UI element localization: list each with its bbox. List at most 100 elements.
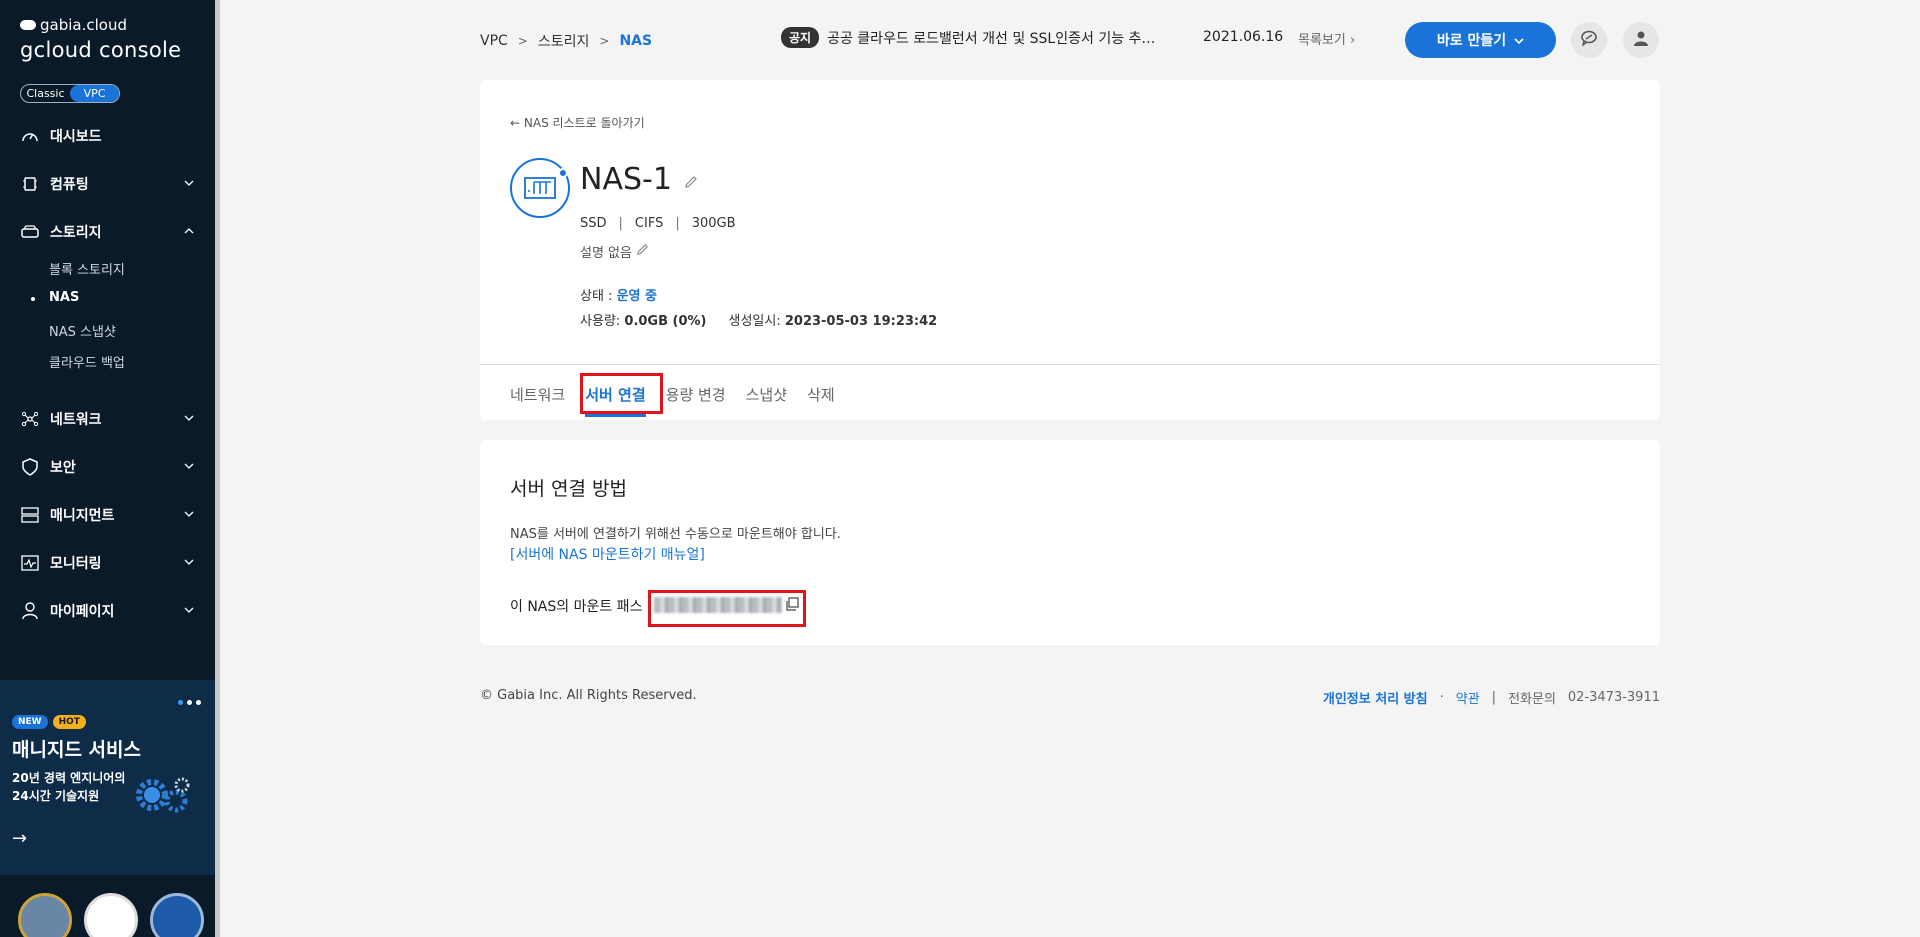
nav-security[interactable]: 보안 (20, 455, 196, 479)
phone-number: 02-3473-3911 (1567, 690, 1660, 705)
arrow-right-icon[interactable]: → (12, 828, 27, 849)
chevron-down-icon (182, 411, 196, 425)
mount-path-label: 이 NAS의 마운트 패스 (510, 599, 643, 615)
gabia-logo[interactable]: gabia.cloud (20, 16, 127, 34)
account-button[interactable] (1623, 22, 1659, 58)
classic-toggle[interactable]: Classic (21, 85, 70, 102)
chevron-down-icon (182, 176, 196, 190)
promo-banner[interactable]: NEW HOT 매니지드 서비스 20년 경력 엔지니어의 24시간 기술지원 … (0, 680, 215, 875)
tab-delete[interactable]: 삭제 (807, 380, 835, 409)
sidebar-item-nas[interactable]: NAS (49, 290, 79, 305)
chevron-up-icon (182, 224, 196, 238)
notice-date: 2021.06.16 (1203, 29, 1284, 45)
shield-icon (20, 458, 40, 476)
sidebar-item-block-storage[interactable]: 블록 스토리지 (49, 259, 125, 278)
chevron-down-icon (182, 603, 196, 617)
active-tab-indicator (585, 414, 646, 417)
breadcrumb-storage[interactable]: 스토리지 (538, 31, 590, 51)
highlight-box (580, 373, 663, 414)
chip-icon (20, 175, 40, 193)
brand-main[interactable]: gcloud console (20, 38, 181, 62)
spec-protocol: CIFS (634, 216, 664, 231)
tab-resize[interactable]: 용량 변경 (666, 380, 726, 409)
chevron-right-icon: > (517, 34, 528, 48)
spec-size: 300GB (691, 216, 736, 231)
highlight-box (648, 590, 806, 627)
nas-usage: 사용량: 0.0GB (0%) 생성일시: 2023-05-03 19:23:4… (580, 310, 937, 329)
user-icon (20, 602, 40, 620)
nav-label: 보안 (50, 460, 76, 476)
nav-dashboard[interactable]: 대시보드 (20, 124, 196, 148)
carousel-dots[interactable] (178, 700, 201, 705)
nav-network[interactable]: 네트워크 (20, 407, 196, 431)
phone-label: 전화문의 (1508, 692, 1556, 707)
server-icon (20, 506, 40, 524)
vpc-toggle[interactable]: VPC (70, 85, 119, 102)
nav-label: 컴퓨팅 (50, 177, 89, 193)
copyright: © Gabia Inc. All Rights Reserved. (480, 688, 697, 703)
promo-description: 20년 경력 엔지니어의 24시간 기술지원 (12, 771, 126, 803)
monitor-icon (20, 554, 40, 572)
back-link[interactable]: ← NAS 리스트로 돌아가기 (510, 114, 645, 131)
nas-name: NAS-1 (580, 162, 698, 197)
usage-value: 0.0GB (0%) (624, 314, 707, 329)
tab-network[interactable]: 네트워크 (510, 380, 565, 409)
brand-small: gabia.cloud (40, 16, 127, 34)
notice-list-link[interactable]: 목록보기 › (1298, 29, 1355, 48)
nav-mypage[interactable]: 마이페이지 (20, 599, 196, 623)
nav-computing[interactable]: 컴퓨팅 (20, 172, 196, 196)
cloud-service-badge-icon (84, 893, 138, 937)
nav-label: 대시보드 (50, 129, 102, 145)
nas-detail-card: ← NAS 리스트로 돌아가기 NAS-1 SSD | CIFS | 300GB… (480, 80, 1660, 420)
divider (480, 364, 1660, 365)
footer-links: 개인정보 처리 방침 · 약관 | 전화문의 02-3473-3911 (1323, 688, 1660, 707)
create-button[interactable]: 바로 만들기 (1405, 22, 1556, 58)
chevron-down-icon (182, 555, 196, 569)
terms-link[interactable]: 약관 (1456, 688, 1480, 707)
nav-storage[interactable]: 스토리지 (20, 220, 196, 244)
nav-management[interactable]: 매니지먼트 (20, 503, 196, 527)
sidebar-item-nas-snapshot[interactable]: NAS 스냅샷 (49, 321, 116, 340)
breadcrumb-nas: NAS (619, 33, 653, 49)
description-text: 설명 없음 (580, 246, 632, 261)
footer-separator: · (1439, 690, 1444, 705)
nas-status: 상태 : 운영 중 (580, 285, 657, 304)
privacy-link[interactable]: 개인정보 처리 방침 (1323, 688, 1428, 707)
user-icon (1633, 30, 1649, 50)
chevron-down-icon (182, 507, 196, 521)
nav-label: 마이페이지 (50, 604, 115, 620)
arrow-left-icon: ← (510, 116, 521, 130)
notice-text[interactable]: 공공 클라우드 로드밸런서 개선 및 SSL인증서 기능 추… (827, 28, 1155, 48)
network-icon (20, 410, 40, 428)
certification-badges (18, 893, 204, 937)
chat-button[interactable] (1571, 22, 1607, 58)
detail-tabs: 네트워크 서버 연결 용량 변경 스냅샷 삭제 (510, 380, 835, 417)
notice-banner[interactable]: 공지 공공 클라우드 로드밸런서 개선 및 SSL인증서 기능 추… (781, 27, 1155, 48)
mode-toggle[interactable]: Classic VPC (20, 84, 120, 103)
spec-separator: | (618, 216, 623, 231)
chevron-right-icon: > (599, 34, 610, 48)
tab-snapshot[interactable]: 스냅샷 (746, 380, 787, 409)
promo-title: 매니지드 서비스 (12, 739, 141, 761)
drive-icon (20, 223, 40, 241)
breadcrumb-vpc[interactable]: VPC (480, 33, 508, 49)
hot-badge: HOT (52, 715, 86, 729)
created-label: 생성일시: (728, 314, 785, 329)
edit-description-icon[interactable] (636, 243, 649, 260)
gears-icon (132, 775, 192, 815)
section-description: NAS를 서버에 연결하기 위해선 수동으로 마운트해야 합니다. (510, 527, 841, 542)
status-value: 운영 중 (616, 289, 657, 304)
edit-name-icon[interactable] (684, 162, 698, 197)
chevron-down-icon (1514, 32, 1524, 48)
nas-description: 설명 없음 (580, 242, 649, 261)
manual-link[interactable]: [서버에 NAS 마운트하기 매뉴얼] (510, 544, 705, 564)
chat-icon (1580, 30, 1598, 50)
spec-disk: SSD (580, 216, 607, 231)
nas-name-text: NAS-1 (580, 162, 672, 197)
new-badge: NEW (12, 715, 48, 729)
sidebar-scrollbar[interactable] (215, 0, 220, 937)
status-dot (558, 168, 568, 178)
cert-badge-icon (18, 893, 72, 937)
sidebar-item-cloud-backup[interactable]: 클라우드 백업 (49, 352, 125, 371)
nav-monitoring[interactable]: 모니터링 (20, 551, 196, 575)
